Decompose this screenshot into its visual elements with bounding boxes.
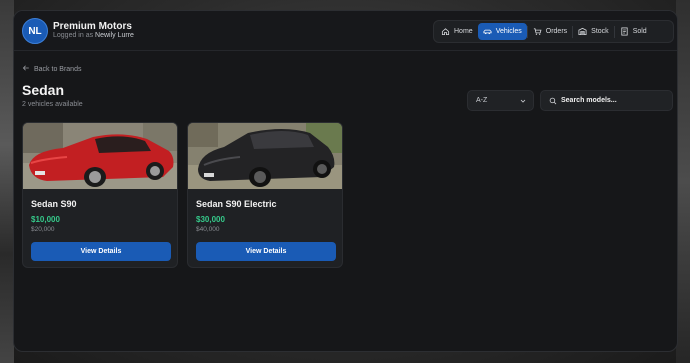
vehicle-old-price: $40,000 [196,226,220,233]
vehicle-old-price: $20,000 [31,226,55,233]
view-details-button[interactable]: View Details [196,242,336,261]
logged-in-prefix: Logged in as [53,32,94,39]
brand-title: Premium Motors [53,21,132,32]
search-icon [549,97,557,107]
vehicle-name: Sedan S90 Electric [196,199,277,209]
vehicle-image [23,123,177,189]
vehicle-price: $30,000 [196,215,225,224]
search-placeholder: Search models... [561,97,617,104]
vehicle-card[interactable]: Sedan S90 Electric $30,000 $40,000 View … [187,122,343,268]
vehicle-name: Sedan S90 [31,199,77,209]
sort-select[interactable]: A-Z [467,90,534,111]
background-left [0,0,14,363]
car-icon [483,27,492,36]
home-icon [441,27,450,36]
background-right [676,0,690,363]
logged-in-text: Logged in as Newily Lurre [53,32,134,39]
nav-home[interactable]: Home [436,23,478,40]
avatar: NL [22,18,48,44]
receipt-icon [620,27,629,36]
dealership-window: NL Premium Motors Logged in as Newily Lu… [13,10,678,352]
header: NL Premium Motors Logged in as Newily Lu… [14,11,677,51]
nav-stock[interactable]: Stock [573,23,614,40]
vehicle-card[interactable]: Sedan S90 $10,000 $20,000 View Details [22,122,178,268]
warehouse-icon [578,27,587,36]
vehicle-count: 2 vehicles available [22,101,83,108]
nav-home-label: Home [454,28,473,35]
nav-sold[interactable]: Sold [615,23,652,40]
nav-orders-label: Orders [545,28,568,35]
main-nav: Home Vehicles Orders Stock Sold [433,20,674,43]
back-to-brands-link[interactable]: Back to Brands [22,64,81,74]
page-title: Sedan [22,82,65,98]
vehicle-price: $10,000 [31,215,60,224]
view-details-button[interactable]: View Details [31,242,171,261]
search-input[interactable]: Search models... [540,90,673,111]
nav-vehicles-label: Vehicles [495,28,522,35]
user-name: Newily Lurre [95,32,134,39]
nav-stock-label: Stock [591,28,609,35]
nav-vehicles[interactable]: Vehicles [477,23,527,40]
sort-value: A-Z [476,97,488,104]
cart-icon [533,27,542,36]
nav-orders[interactable]: Orders [528,23,572,40]
chevron-down-icon [519,97,527,107]
back-label: Back to Brands [34,65,82,73]
nav-sold-label: Sold [632,28,647,35]
vehicle-image [188,123,342,189]
arrow-left-icon [22,64,30,74]
